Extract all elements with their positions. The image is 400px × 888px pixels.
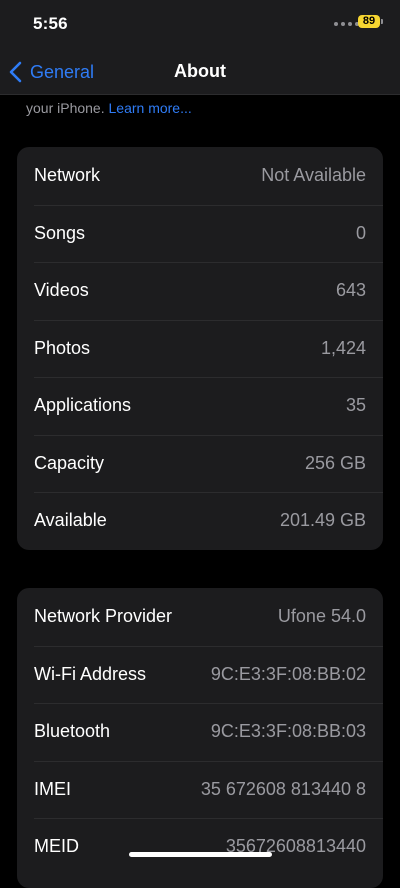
row-label: Photos	[34, 337, 91, 358]
row-value: 0	[355, 222, 366, 243]
info-group-media: Network Not Available Songs 0 Videos 643…	[17, 147, 383, 550]
row-label: Applications	[34, 395, 132, 416]
row-value: Ufone 54.0	[277, 606, 366, 627]
row-label: Bluetooth	[34, 721, 111, 742]
row-wifi-address: Wi-Fi Address 9C:E3:3F:08:BB:02	[17, 645, 383, 704]
cellular-signal-icon	[334, 22, 359, 26]
row-network-provider[interactable]: Network Provider Ufone 54.0	[17, 588, 383, 646]
row-value: 643	[335, 280, 366, 301]
intro-text: your iPhone. Learn more...	[26, 100, 192, 116]
row-label: IMEI	[34, 778, 72, 799]
row-label: Capacity	[34, 452, 105, 473]
row-songs: Songs 0	[17, 204, 383, 263]
row-capacity: Capacity 256 GB	[17, 434, 383, 493]
page-title: About	[174, 61, 226, 81]
row-value: 35 672608 813440 8	[200, 778, 366, 799]
row-label: Songs	[34, 222, 86, 243]
row-imei: IMEI 35 672608 813440 8	[17, 760, 383, 819]
row-videos: Videos 643	[17, 262, 383, 320]
row-label: Wi-Fi Address	[34, 663, 147, 684]
row-label: Network Provider	[34, 606, 173, 627]
row-value: 9C:E3:3F:08:BB:03	[210, 721, 366, 742]
status-time: 5:56	[33, 14, 68, 33]
row-value: 35	[345, 395, 366, 416]
row-bluetooth: Bluetooth 9C:E3:3F:08:BB:03	[17, 703, 383, 761]
row-value: 9C:E3:3F:08:BB:02	[210, 663, 366, 684]
row-meid: MEID 35672608813440	[17, 818, 383, 876]
row-value: 1,424	[320, 337, 366, 358]
row-photos: Photos 1,424	[17, 319, 383, 378]
intro-text-body: your iPhone.	[26, 100, 105, 116]
row-network: Network Not Available	[17, 147, 383, 205]
row-value: 201.49 GB	[279, 510, 366, 531]
row-label: MEID	[34, 836, 79, 857]
battery-icon: 89	[358, 15, 383, 28]
row-label: Available	[34, 510, 107, 531]
learn-more-link[interactable]: Learn more...	[109, 100, 192, 116]
navigation-bar: General About	[0, 50, 400, 95]
home-indicator[interactable]	[129, 852, 272, 857]
status-bar: 5:56 89	[0, 0, 400, 50]
row-applications: Applications 35	[17, 377, 383, 435]
row-value: Not Available	[261, 165, 366, 186]
row-label: Network	[34, 165, 101, 186]
row-label: Videos	[34, 280, 89, 301]
row-available: Available 201.49 GB	[17, 492, 383, 550]
row-value: 256 GB	[304, 452, 366, 473]
info-group-network: Network Provider Ufone 54.0 Wi-Fi Addres…	[17, 588, 383, 888]
